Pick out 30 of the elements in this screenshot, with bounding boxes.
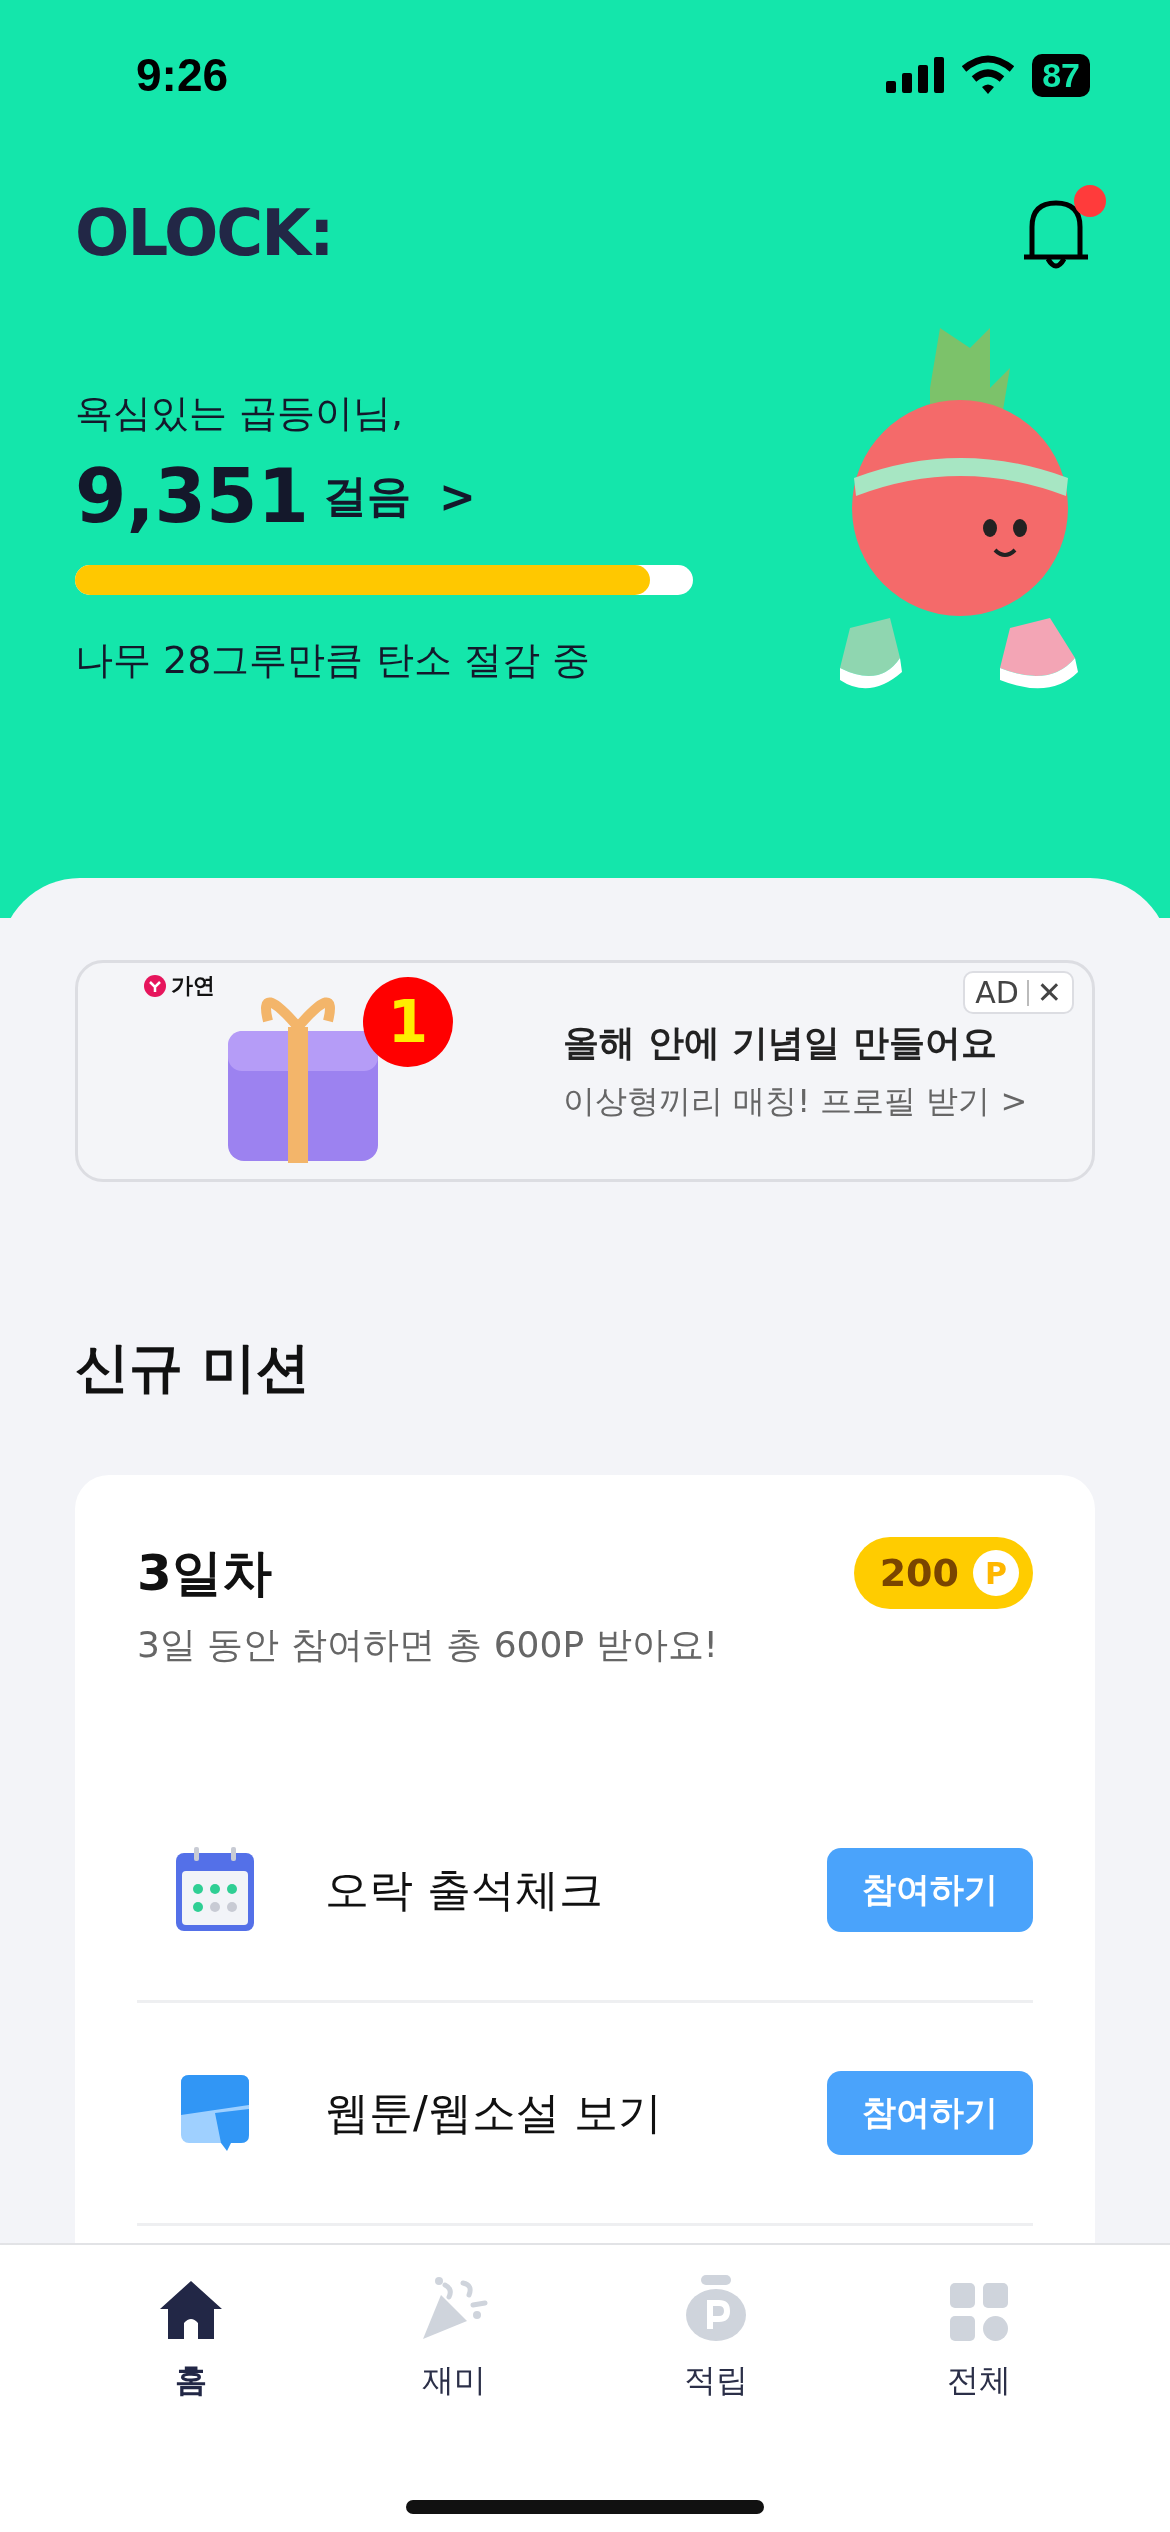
- points-amount: 200: [879, 1551, 959, 1595]
- ad-label: AD: [975, 975, 1019, 1010]
- section-title: 신규 미션: [75, 1335, 311, 1401]
- tab-item[interactable]: 재미: [353, 2273, 554, 2403]
- steps-unit: 걸음: [323, 468, 412, 523]
- point-coin-icon: P: [973, 1550, 1019, 1596]
- money-bag-icon: [685, 2275, 748, 2341]
- greeting-text: 욕심있는 곱등이님,: [75, 390, 405, 437]
- close-button[interactable]: ✕: [1036, 975, 1062, 1010]
- tab-item[interactable]: 적립: [616, 2273, 817, 2403]
- brand-logo-icon: [143, 974, 167, 998]
- mission-subtitle: 3일 동안 참여하면 총 600P 받아요!: [137, 1623, 719, 1667]
- step-count: 9,351: [75, 453, 310, 539]
- notification-badge: 1: [363, 977, 453, 1067]
- grid-icon: [949, 2283, 1008, 2341]
- signal-icon: [886, 57, 945, 93]
- ad-subtitle: 이상형끼리 매칭! 프로필 받기 >: [563, 1080, 1028, 1122]
- mission-day-title: 3일차: [137, 1542, 272, 1604]
- tab-item[interactable]: 전체: [878, 2273, 1079, 2403]
- status-time: 9:26: [136, 48, 229, 102]
- tab-item[interactable]: 홈: [91, 2273, 292, 2403]
- battery-icon: 87: [1032, 53, 1090, 97]
- chevron-icon[interactable]: >: [439, 470, 476, 522]
- mission-label: 오락 출석체크: [325, 1862, 604, 1917]
- wifi-icon: [962, 55, 1015, 95]
- mission-label: 웹툰/웹소설 보기: [325, 2085, 663, 2140]
- carbon-saving-text: 나무 28그루만큼 탄소 절감 중: [75, 637, 591, 684]
- ad-brand-name: 가연: [171, 972, 215, 1000]
- ad-title: 올해 안에 기념일 만들어요: [563, 1020, 998, 1065]
- app-logo: OLOCK:: [75, 196, 333, 270]
